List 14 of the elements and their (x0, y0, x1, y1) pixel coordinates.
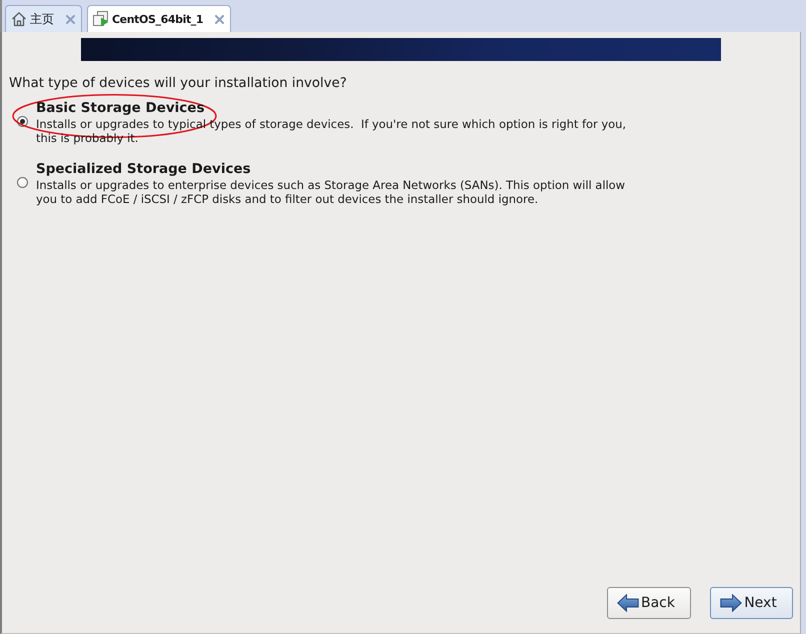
option-title: Basic Storage Devices (36, 100, 204, 116)
radio-button[interactable] (17, 177, 28, 188)
close-icon[interactable] (215, 14, 224, 24)
right-arrow-icon (720, 594, 742, 612)
left-arrow-icon (617, 594, 639, 612)
tab[interactable]: CentOS_64bit_1 (87, 5, 232, 32)
back-button[interactable]: Back (607, 587, 691, 619)
home-icon (11, 11, 27, 27)
option-description: Installs or upgrades to enterprise devices such as Storage Area Networks (SANs). This option will allow you to add FCoE / iSCSI / zFCP disks and to filter out devices the installer should ignore. (36, 178, 626, 206)
question-text: What type of devices will your installation involve? (9, 76, 347, 92)
virtual-machine-icon (93, 11, 109, 27)
tab[interactable]: 主页 (5, 5, 82, 32)
option-title: Specialized Storage Devices (36, 161, 251, 177)
next-button[interactable]: Next (710, 587, 793, 619)
